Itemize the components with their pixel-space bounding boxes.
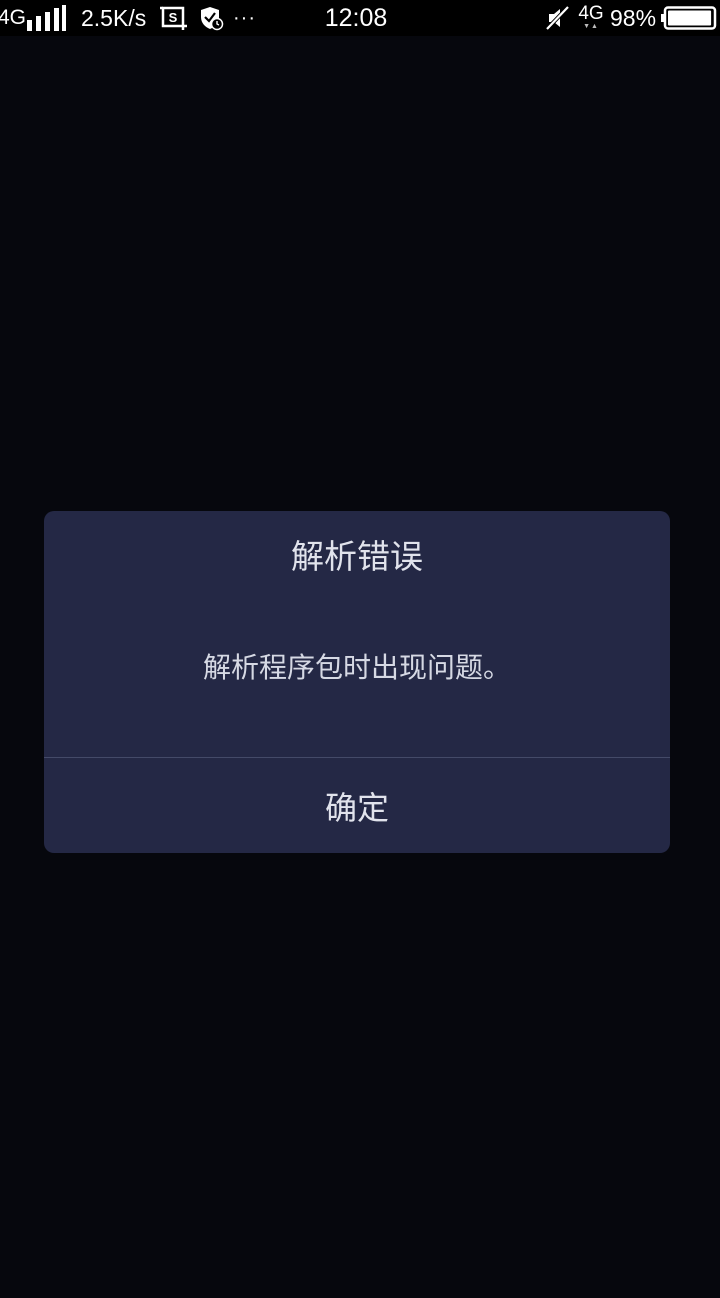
screen: 4G 2.5K/s S ··· 12:08 4G ▼▲ 98% 解析错误 解析程… [0, 0, 720, 1298]
confirm-button[interactable]: 确定 [44, 758, 670, 853]
dialog-message: 解析程序包时出现问题。 [202, 651, 511, 684]
status-bar: 4G 2.5K/s S ··· 12:08 4G ▼▲ 98% [0, 0, 720, 36]
battery-percent: 98% [610, 4, 657, 31]
battery-fill [668, 10, 712, 26]
error-dialog: 解析错误 解析程序包时出现问题。 确定 [44, 511, 670, 853]
battery-icon [661, 0, 717, 36]
data-activity-icon: ▼▲ [583, 23, 599, 30]
dialog-title: 解析错误 [291, 537, 423, 576]
mobile-data-indicator: 4G ▼▲ [576, 0, 606, 36]
mute-icon [546, 0, 570, 36]
mobile-data-label: 4G [578, 3, 604, 24]
